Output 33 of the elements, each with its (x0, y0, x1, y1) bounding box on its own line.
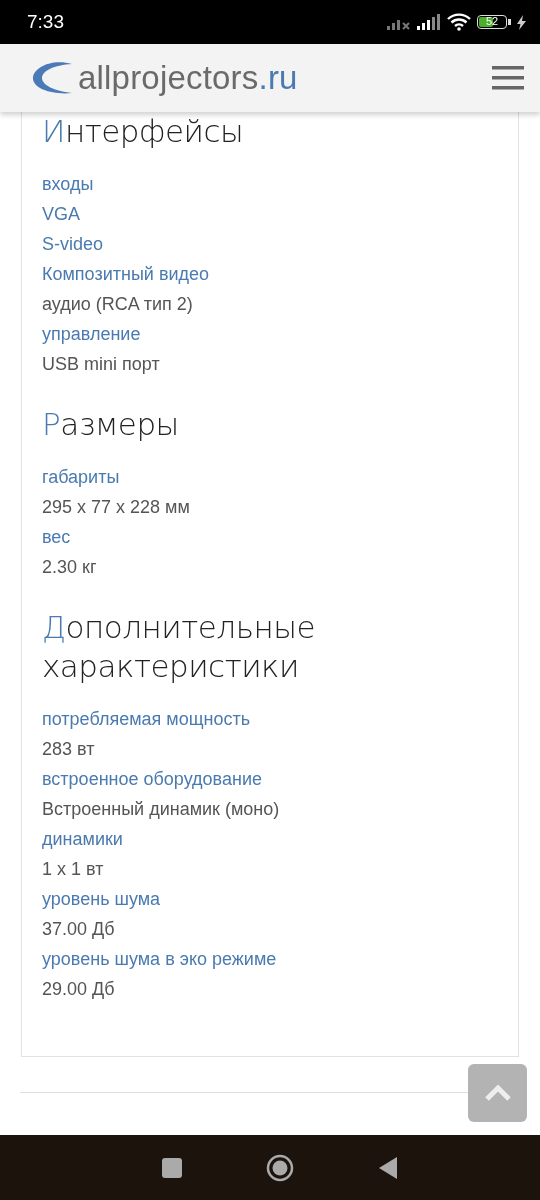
spec-label: VGA (42, 203, 81, 226)
recent-apps-icon[interactable] (162, 1157, 182, 1178)
spec-value: Встроенный динамик (моно) (42, 798, 281, 821)
spec-value: 283 вт (42, 738, 96, 761)
spec-value: аудио (RCA тип 2) (42, 293, 194, 316)
back-icon[interactable] (378, 1155, 398, 1180)
spec-value: 29.00 Дб (42, 978, 116, 1001)
signal-icon (417, 14, 441, 30)
spec-label: потребляемая мощность (42, 708, 252, 731)
spec-value: 2.30 кг (42, 556, 98, 579)
spec-value: 295 x 77 x 228 мм (42, 496, 191, 519)
spec-label: габариты (42, 466, 121, 489)
spec-label: S-video (42, 233, 105, 256)
spec-label: встроенное оборудование (42, 768, 263, 791)
clock: 7:33 (27, 11, 65, 33)
spec-value: 37.00 Дб (42, 918, 116, 941)
spec-label: входы (42, 173, 95, 196)
spec-label: вес (42, 526, 72, 549)
spec-label: Композитный видео (42, 263, 211, 286)
spec-label: управление (42, 323, 142, 346)
home-icon[interactable] (266, 1153, 294, 1182)
wifi-icon (447, 13, 471, 31)
menu-icon (492, 66, 524, 90)
section-heading: Интерфейсы (42, 112, 245, 151)
chevron-up-icon (483, 1084, 512, 1102)
section-heading: Дополнительные характеристики (42, 608, 316, 686)
spec-value: USB mini порт (42, 353, 161, 376)
charging-icon (517, 14, 526, 30)
section-heading: Размеры (42, 405, 180, 444)
spec-label: уровень шума в эко режиме (42, 948, 278, 971)
spec-label: уровень шума (42, 888, 162, 911)
spec-label: динамики (42, 828, 124, 851)
spec-value: 1 x 1 вт (42, 858, 105, 881)
